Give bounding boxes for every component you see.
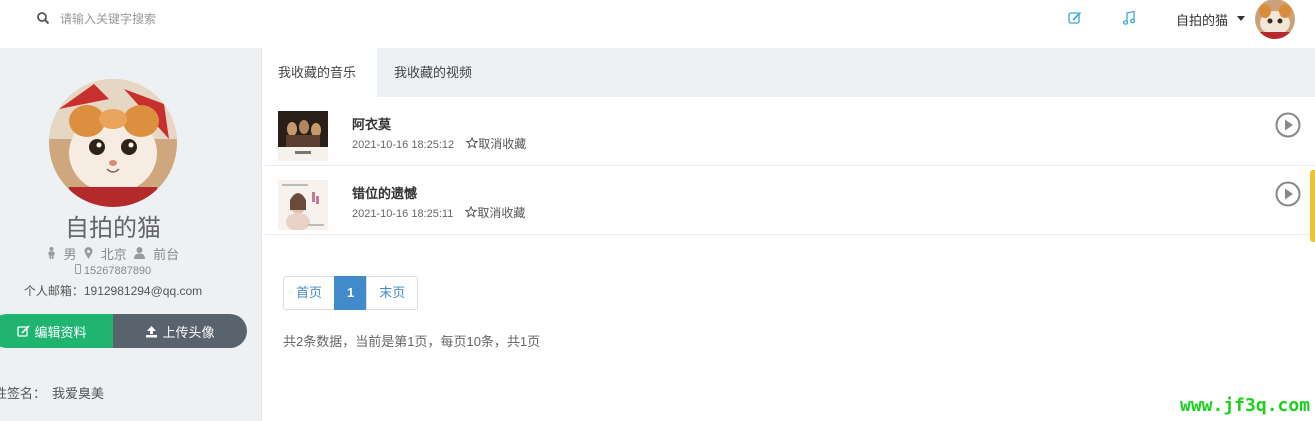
unfavorite-label: 取消收藏: [478, 137, 527, 151]
profile-sidebar: 自拍的猫 男 北京 前台 15267887890 个人邮箱：1912981294…: [0, 48, 262, 421]
pagination-info: 共2条数据，当前是第1页，每页10条，共1页: [283, 334, 541, 349]
music-icon[interactable]: [1121, 10, 1137, 26]
upload-avatar-button[interactable]: 上传头像: [113, 314, 247, 348]
current-page-button[interactable]: 1: [334, 276, 368, 310]
signature-label: 性签名：: [0, 386, 47, 401]
first-page-button[interactable]: 首页: [283, 276, 336, 310]
play-icon[interactable]: [1275, 181, 1301, 207]
profile-gender: 男: [63, 247, 77, 262]
search-input[interactable]: [60, 8, 320, 30]
profile-email-row: 个人邮箱：1912981294@qq.com: [0, 282, 226, 299]
edit-icon: [17, 324, 31, 337]
tab-favorite-video[interactable]: 我收藏的视频: [379, 48, 487, 97]
search-icon[interactable]: [36, 11, 50, 25]
album-cover[interactable]: [278, 111, 328, 161]
avatar[interactable]: [1255, 0, 1295, 39]
profile-email: 1912981294@qq.com: [83, 284, 203, 298]
unfavorite-label: 取消收藏: [477, 206, 526, 220]
watermark: www.jf3q.com: [1180, 395, 1311, 416]
unfavorite-button[interactable]: 取消收藏: [465, 136, 527, 151]
signature-value: 我爱臭美: [52, 386, 105, 401]
side-scroll-tab[interactable]: [1310, 170, 1315, 242]
song-title[interactable]: 错位的遗憾: [352, 183, 417, 202]
male-icon: [47, 247, 60, 262]
upload-icon: [146, 325, 158, 337]
favorite-time: 2021-10-16 18:25:12: [352, 139, 455, 151]
profile-role: 前台: [153, 247, 180, 262]
play-icon[interactable]: [1275, 112, 1301, 138]
song-title[interactable]: 阿衣莫: [352, 114, 391, 133]
song-meta: 2021-10-16 18:25:11 取消收藏: [352, 204, 525, 221]
user-menu-name[interactable]: 自拍的猫: [1176, 10, 1228, 29]
favorite-time: 2021-10-16 18:25:11: [352, 208, 454, 220]
edit-icon[interactable]: [1067, 10, 1083, 26]
upload-avatar-label: 上传头像: [162, 324, 215, 340]
profile-name: 自拍的猫: [65, 215, 161, 242]
tab-bar: 我收藏的音乐 我收藏的视频: [263, 48, 1315, 97]
star-icon: [464, 205, 478, 218]
profile-avatar: [49, 79, 177, 207]
edit-profile-button[interactable]: 编辑资料: [0, 314, 114, 348]
edit-profile-label: 编辑资料: [34, 324, 87, 340]
last-page-button[interactable]: 末页: [366, 276, 419, 310]
profile-phone: 15267887890: [83, 265, 152, 277]
signature-row: 性签名： 我爱臭美: [0, 383, 104, 402]
profile-phone-row: 15267887890: [0, 264, 226, 277]
list-item: 错位的遗憾 2021-10-16 18:25:11 取消收藏: [263, 166, 1315, 235]
main-content: 我收藏的音乐 我收藏的视频 阿衣莫 2021-10-16 18:25:12 取消…: [263, 48, 1315, 421]
unfavorite-button[interactable]: 取消收藏: [464, 205, 526, 220]
song-meta: 2021-10-16 18:25:12 取消收藏: [352, 135, 526, 152]
favorites-list: 阿衣莫 2021-10-16 18:25:12 取消收藏 错位的遗憾 2021-…: [263, 97, 1315, 235]
caret-down-icon[interactable]: [1237, 16, 1245, 21]
pagination: 首页 1 末页: [283, 276, 419, 310]
user-icon: [134, 247, 149, 262]
list-item: 阿衣莫 2021-10-16 18:25:12 取消收藏: [263, 97, 1315, 166]
tab-favorite-music[interactable]: 我收藏的音乐: [263, 48, 377, 97]
email-label: 个人邮箱：: [23, 284, 84, 298]
mobile-icon: [74, 264, 84, 277]
star-icon: [465, 136, 479, 149]
profile-city: 北京: [100, 247, 127, 262]
map-marker-icon: [84, 247, 97, 262]
profile-meta: 男 北京 前台: [0, 244, 226, 263]
top-header: 自拍的猫: [0, 0, 1315, 48]
album-cover[interactable]: [278, 180, 328, 230]
